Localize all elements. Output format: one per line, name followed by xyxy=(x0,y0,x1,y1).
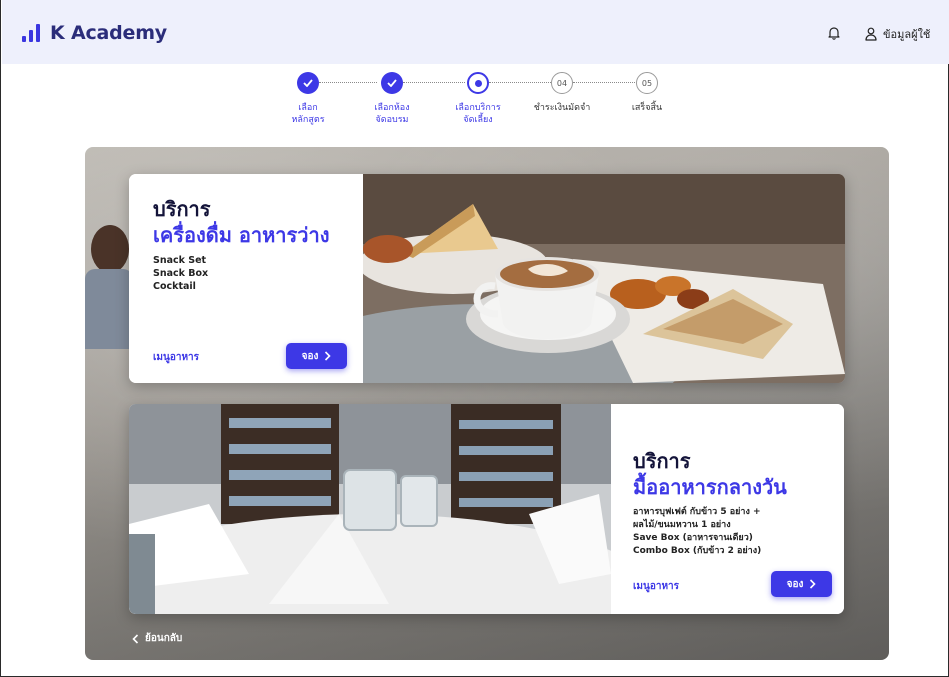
background-person-image xyxy=(85,225,133,349)
book-button[interactable]: จอง xyxy=(286,343,347,369)
menu-link[interactable]: เมนูอาหาร xyxy=(633,579,679,594)
service-items: Snack Set Snack Box Cocktail xyxy=(153,254,339,293)
step-5-number[interactable]: 05 xyxy=(636,72,658,94)
page-frame: K Academy ข้อมูลผู้ใช้ 04 05 เลือก หลักส… xyxy=(0,0,949,677)
chevron-right-icon xyxy=(325,351,332,361)
menu-link[interactable]: เมนูอาหาร xyxy=(153,350,199,365)
logo-bars-icon xyxy=(22,24,40,42)
logo[interactable]: K Academy xyxy=(22,22,167,44)
book-button[interactable]: จอง xyxy=(771,571,832,597)
book-button-label: จอง xyxy=(301,350,319,362)
back-label: ย้อนกลับ xyxy=(145,633,183,644)
step-connector xyxy=(489,82,551,83)
back-link[interactable]: ย้อนกลับ xyxy=(132,631,182,646)
service-item: อาหารบุฟเฟต์ กับข้าว 5 อย่าง + xyxy=(633,507,761,517)
service-card-text: บริการ มื้ออาหารกลางวัน อาหารบุฟเฟต์ กับ… xyxy=(611,404,844,614)
service-title: บริการ xyxy=(633,449,691,473)
service-title: บริการ xyxy=(153,197,211,221)
step-5-label: เสร็จสิ้น xyxy=(631,103,663,113)
booking-stepper: 04 05 เลือก หลักสูตร เลือกห้อง จัดอบรม เ… xyxy=(281,72,681,132)
service-item: Snack Box xyxy=(153,268,209,279)
step-connector xyxy=(319,82,377,83)
step-connector xyxy=(403,82,465,83)
step-2-label[interactable]: เลือกห้อง จัดอบรม xyxy=(347,102,437,126)
service-subtitle: มื้ออาหารกลางวัน xyxy=(633,475,787,499)
book-button-label: จอง xyxy=(786,578,804,590)
step-4-label: ชำระเงินมัดจำ xyxy=(533,103,591,113)
logo-text: K Academy xyxy=(50,22,167,44)
service-card-snack: บริการ เครื่องดื่ม อาหารว่าง Snack Set S… xyxy=(129,174,845,383)
service-items: อาหารบุฟเฟต์ กับข้าว 5 อย่าง + ผลไม้/ขนม… xyxy=(633,506,822,558)
chevron-right-icon xyxy=(810,579,817,589)
step-1-label[interactable]: เลือก หลักสูตร xyxy=(263,102,353,126)
coffee-snack-photo xyxy=(363,174,845,383)
service-item: Combo Box (กับข้าว 2 อย่าง) xyxy=(633,546,762,556)
dining-table-photo xyxy=(129,404,611,614)
step-2-check-icon[interactable] xyxy=(381,72,403,94)
user-label: ข้อมูลผู้ใช้ xyxy=(883,28,931,41)
service-subtitle: เครื่องดื่ม อาหารว่าง xyxy=(153,223,330,247)
service-item: Snack Set xyxy=(153,255,207,266)
step-3-current-indicator[interactable] xyxy=(467,72,489,94)
service-item: ผลไม้/ขนมหวาน 1 อย่าง xyxy=(633,520,731,530)
step-1-check-icon[interactable] xyxy=(297,72,319,94)
step-3-label[interactable]: เลือกบริการ จัดเลี้ยง xyxy=(433,102,523,126)
bell-icon[interactable] xyxy=(827,26,841,40)
service-card-lunch: บริการ มื้ออาหารกลางวัน อาหารบุฟเฟต์ กับ… xyxy=(129,404,844,614)
user-menu[interactable]: ข้อมูลผู้ใช้ xyxy=(865,25,930,43)
chevron-left-icon xyxy=(132,633,139,644)
service-item: Save Box (อาหารจานเดียว) xyxy=(633,533,753,543)
step-connector xyxy=(573,82,635,83)
step-4-number[interactable]: 04 xyxy=(551,72,573,94)
service-card-text: บริการ เครื่องดื่ม อาหารว่าง Snack Set S… xyxy=(129,174,363,383)
service-item: Cocktail xyxy=(153,281,196,292)
user-icon xyxy=(865,27,877,41)
top-header: K Academy ข้อมูลผู้ใช้ xyxy=(2,0,949,64)
